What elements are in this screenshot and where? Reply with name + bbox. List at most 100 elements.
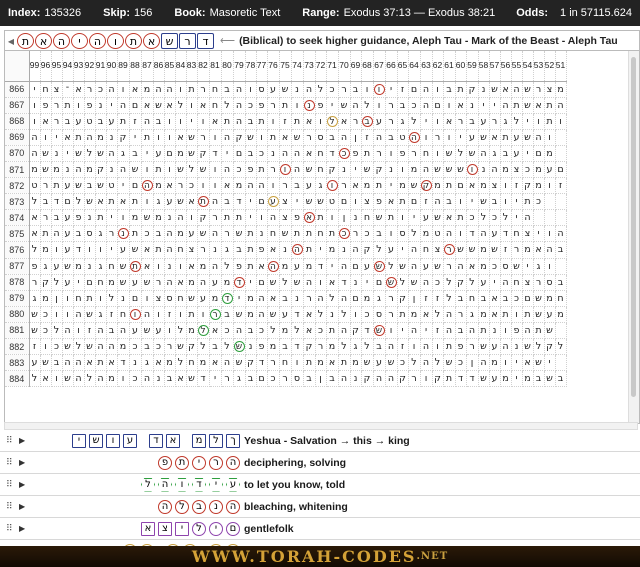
grid-letter[interactable]: ג <box>233 370 246 388</box>
grid-letter[interactable]: ל <box>511 113 523 130</box>
grid-letter[interactable]: ל <box>29 241 41 259</box>
grid-letter[interactable]: ש <box>544 322 556 340</box>
grid-letter[interactable]: פ <box>29 258 41 275</box>
grid-letter[interactable]: מ <box>478 306 490 323</box>
grid-letter[interactable]: י <box>209 370 222 388</box>
grid-letter[interactable]: ב <box>455 322 467 340</box>
grid-letter[interactable]: י <box>117 177 130 195</box>
grid-letter[interactable]: ח <box>315 161 327 179</box>
grid-letter[interactable]: ז <box>279 113 292 130</box>
grid-letter[interactable]: ו <box>62 290 74 307</box>
grid-letter[interactable]: ה <box>303 81 316 98</box>
grid-letter[interactable]: ש <box>478 370 490 388</box>
grid-letter[interactable] <box>544 193 556 211</box>
grid-letter[interactable]: ת <box>303 241 316 259</box>
grid-letter[interactable]: ר <box>40 209 52 227</box>
grid-letter[interactable]: כ <box>141 225 154 243</box>
grid-letter[interactable]: ם <box>373 274 386 291</box>
grid-letter[interactable]: ל <box>51 274 63 291</box>
grid-letter[interactable]: נ <box>489 322 501 340</box>
expand-icon[interactable]: ▶ <box>19 458 25 467</box>
grid-letter[interactable]: ד <box>221 290 234 307</box>
grid-letter[interactable]: ה <box>478 354 490 372</box>
grid-letter[interactable]: ו <box>279 161 292 179</box>
grid-letter[interactable]: ש <box>84 338 96 356</box>
grid-letter[interactable]: ו <box>117 370 130 388</box>
grid-letter[interactable]: מ <box>500 161 512 179</box>
grid-letter[interactable]: ש <box>478 193 490 211</box>
grid-letter[interactable]: ר <box>489 113 501 130</box>
grid-letter[interactable]: ת <box>443 338 456 356</box>
grid-letter[interactable]: ג <box>95 225 107 243</box>
grid-letter[interactable]: ב <box>373 338 386 356</box>
grid-letter[interactable]: פ <box>397 145 409 162</box>
grid-letter[interactable]: ו <box>408 338 421 356</box>
grid-letter[interactable]: ו <box>256 129 268 146</box>
grid-letter[interactable]: ת <box>256 113 268 130</box>
grid-letter[interactable]: ג <box>153 193 165 211</box>
grid-letter[interactable]: ה <box>233 113 246 130</box>
grid-letter[interactable]: ה <box>267 209 280 227</box>
grid-letter[interactable]: ב <box>326 129 339 146</box>
grid-letter[interactable]: מ <box>489 354 501 372</box>
grid-letter[interactable]: ע <box>129 274 142 291</box>
grid-letter[interactable]: ו <box>385 145 398 162</box>
grid-letter[interactable]: צ <box>522 225 534 243</box>
grid-letter[interactable]: א <box>489 129 501 146</box>
grid-letter[interactable]: ו <box>500 177 512 195</box>
grid-letter[interactable]: ן <box>350 129 362 146</box>
grid-letter[interactable]: ב <box>164 370 176 388</box>
grid-letter[interactable]: י <box>420 113 433 130</box>
grid-letter[interactable]: צ <box>544 81 556 98</box>
grid-letter[interactable]: ה <box>73 370 85 388</box>
grid-letter[interactable]: ל <box>326 113 339 130</box>
grid-letter[interactable]: א <box>95 193 107 211</box>
grid-letter[interactable]: ל <box>197 338 210 356</box>
grid-letter[interactable]: נ <box>117 225 130 243</box>
grid-letter[interactable]: ־ <box>62 81 74 98</box>
grid-letter[interactable]: ה <box>373 370 386 388</box>
grid-letter[interactable]: פ <box>256 241 268 259</box>
grid-letter[interactable]: ו <box>141 193 154 211</box>
grid-letter[interactable]: ת <box>197 193 210 211</box>
grid-letter[interactable]: מ <box>533 161 545 179</box>
grid-letter[interactable]: ט <box>397 129 409 146</box>
grid-letter[interactable]: ה <box>197 274 210 291</box>
grid-letter[interactable]: ע <box>489 225 501 243</box>
grid-letter[interactable]: ו <box>326 209 339 227</box>
grid-letter[interactable]: א <box>197 97 210 114</box>
grid-letter[interactable]: ו <box>164 129 176 146</box>
grid-letter[interactable]: ת <box>153 241 165 259</box>
grid-letter[interactable]: ש <box>303 161 316 179</box>
grid-letter[interactable]: ח <box>95 274 107 291</box>
grid-letter[interactable]: ו <box>326 177 339 195</box>
grid-letter[interactable]: ד <box>291 306 304 323</box>
grid-letter[interactable]: ר <box>303 129 316 146</box>
grid-letter[interactable]: א <box>175 274 187 291</box>
grid-letter[interactable] <box>555 209 567 227</box>
grid-letter[interactable]: א <box>73 81 85 98</box>
grid-letter[interactable]: ע <box>129 322 142 340</box>
grid-letter[interactable]: ר <box>197 241 210 259</box>
grid-letter[interactable]: א <box>117 193 130 211</box>
grid-letter[interactable]: ע <box>186 225 198 243</box>
horizontal-scrollbar[interactable] <box>4 422 638 430</box>
grid-letter[interactable]: ש <box>511 258 523 275</box>
grid-letter[interactable]: נ <box>466 97 479 114</box>
grid-letter[interactable]: ם <box>164 145 176 162</box>
grid-letter[interactable]: ה <box>221 129 234 146</box>
grid-letter[interactable]: ת <box>397 193 409 211</box>
grid-letter[interactable]: ו <box>197 113 210 130</box>
grid-letter[interactable]: כ <box>338 145 351 162</box>
grid-letter[interactable]: א <box>141 258 154 275</box>
grid-letter[interactable]: ש <box>141 322 154 340</box>
grid-letter[interactable]: ק <box>233 129 246 146</box>
grid-letter[interactable]: מ <box>522 370 534 388</box>
grid-letter[interactable]: ר <box>533 81 545 98</box>
grid-letter[interactable]: ו <box>164 322 176 340</box>
grid-letter[interactable]: פ <box>373 193 386 211</box>
grid-letter[interactable]: ו <box>267 177 280 195</box>
grid-letter[interactable]: נ <box>279 241 292 259</box>
grid-letter[interactable]: ס <box>315 129 327 146</box>
grid-letter[interactable]: ה <box>478 145 490 162</box>
